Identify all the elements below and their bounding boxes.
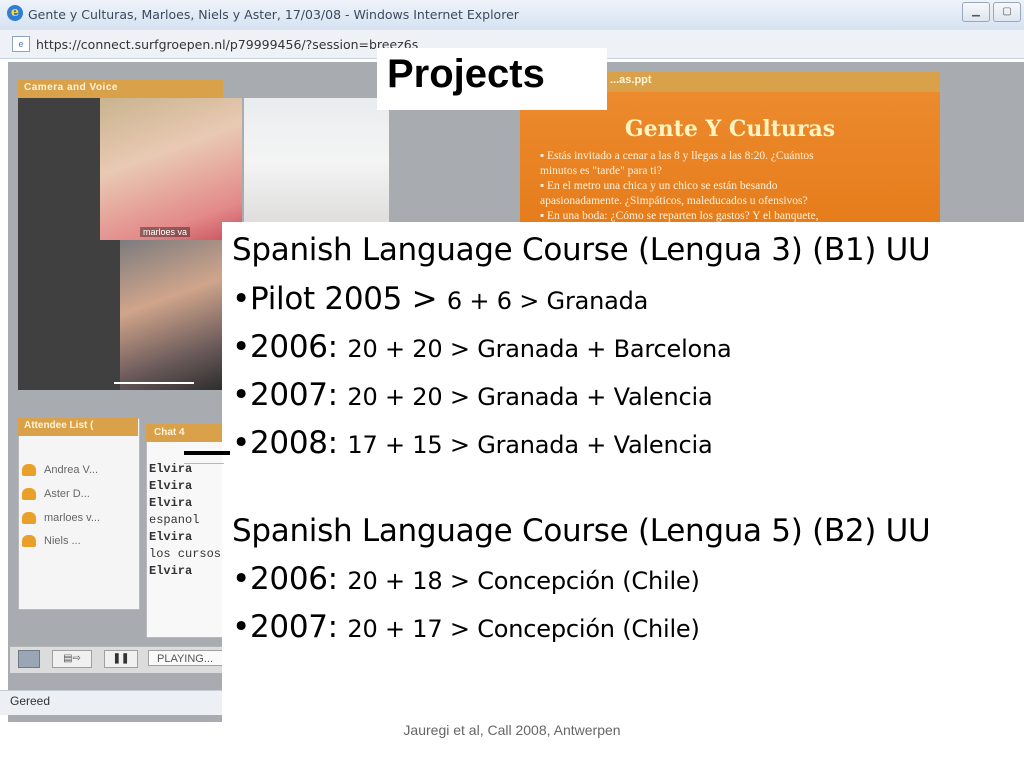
course-item: •2007: 20 + 20 > Granada + Valencia bbox=[232, 377, 713, 413]
item-detail: 20 + 20 > Granada + Valencia bbox=[347, 383, 713, 411]
presentation-bullet: ▪ Estás invitado a cenar a las 8 y llega… bbox=[540, 150, 814, 162]
attendee-item[interactable]: Niels ... bbox=[22, 535, 81, 548]
user-icon bbox=[22, 512, 36, 525]
chat-line: Elvira bbox=[149, 479, 193, 493]
connector-line bbox=[184, 451, 230, 455]
item-detail: 6 + 6 > Granada bbox=[446, 287, 649, 315]
item-detail: 20 + 20 > Granada + Barcelona bbox=[347, 335, 732, 363]
chat-title: Chat 4 bbox=[154, 427, 185, 438]
presentation-bullets: ▪ Estás invitado a cenar a las 8 y llega… bbox=[540, 150, 935, 225]
presentation-panel-title: ...as.ppt bbox=[610, 74, 652, 86]
course-item: •2006: 20 + 20 > Granada + Barcelona bbox=[232, 329, 732, 365]
item-lead: •Pilot 2005 > bbox=[232, 281, 447, 317]
attendee-name: Aster D... bbox=[44, 488, 90, 500]
presentation-heading: Gente Y Culturas bbox=[624, 116, 836, 142]
attendee-list-title: Attendee List ( bbox=[24, 420, 94, 431]
item-lead: •2008: bbox=[232, 425, 348, 461]
status-text: Gereed bbox=[10, 694, 51, 708]
item-lead: •2006: bbox=[232, 561, 348, 597]
attendee-item[interactable]: Andrea V... bbox=[22, 464, 99, 477]
minimize-pod-button[interactable] bbox=[18, 650, 40, 668]
course-item: •Pilot 2005 > 6 + 6 > Granada bbox=[232, 281, 648, 317]
item-lead: •2006: bbox=[232, 329, 348, 365]
item-detail: 20 + 17 > Concepción (Chile) bbox=[347, 615, 700, 643]
chat-line: espanol bbox=[149, 513, 200, 527]
item-detail: 20 + 18 > Concepción (Chile) bbox=[347, 567, 700, 595]
presentation-bullet: apasionadamente. ¿Simpáticos, maleducado… bbox=[540, 195, 808, 207]
user-icon bbox=[22, 535, 36, 548]
export-icon[interactable]: ▤⇨ bbox=[52, 650, 92, 668]
minimize-button[interactable]: ▁ bbox=[962, 2, 990, 22]
chat-line: Elvira bbox=[149, 530, 193, 544]
user-icon bbox=[22, 488, 36, 501]
course-item: •2008: 17 + 15 > Granada + Valencia bbox=[232, 425, 713, 461]
chat-line: Elvira bbox=[149, 462, 193, 476]
user-icon bbox=[22, 464, 36, 477]
maximize-button[interactable]: ▢ bbox=[993, 2, 1021, 22]
item-detail: 17 + 15 > Granada + Valencia bbox=[347, 431, 713, 459]
slide-title: Projects bbox=[387, 52, 545, 96]
chat-line: Elvira bbox=[149, 564, 193, 578]
video-feed-1 bbox=[100, 98, 242, 240]
video-name-label: marloes va bbox=[140, 227, 191, 237]
attendee-name: marloes v... bbox=[44, 512, 101, 524]
url-field[interactable]: https://connect.surfgroepen.nl/p79999456… bbox=[36, 37, 418, 52]
window-controls: ▁ ▢ bbox=[962, 2, 1022, 22]
attendee-item[interactable]: marloes v... bbox=[22, 512, 101, 525]
video-name-underline bbox=[114, 370, 194, 384]
slide-footer: Jauregi et al, Call 2008, Antwerpen bbox=[403, 722, 621, 738]
playback-status: PLAYING... bbox=[148, 650, 224, 666]
chat-line: Elvira bbox=[149, 496, 193, 510]
presentation-bullet: ▪ En el metro una chica y un chico se es… bbox=[540, 180, 778, 192]
video-feed-2 bbox=[244, 98, 389, 240]
attendee-name: Niels ... bbox=[44, 535, 81, 547]
page-icon: e bbox=[12, 36, 30, 52]
section-heading-lengua-3: Spanish Language Course (Lengua 3) (B1) … bbox=[232, 232, 931, 268]
pause-button[interactable]: ❚❚ bbox=[104, 650, 138, 668]
item-lead: •2007: bbox=[232, 609, 348, 645]
item-lead: •2007: bbox=[232, 377, 348, 413]
presentation-bullet: ▪ En una boda: ¿Cómo se reparten los gas… bbox=[540, 210, 819, 222]
attendee-item[interactable]: Aster D... bbox=[22, 488, 90, 501]
course-item: •2006: 20 + 18 > Concepción (Chile) bbox=[232, 561, 700, 597]
course-item: •2007: 20 + 17 > Concepción (Chile) bbox=[232, 609, 700, 645]
window-title: Gente y Culturas, Marloes, Niels y Aster… bbox=[28, 7, 519, 22]
internet-explorer-icon: e bbox=[7, 5, 23, 21]
section-heading-lengua-5: Spanish Language Course (Lengua 5) (B2) … bbox=[232, 513, 931, 549]
video-feed-3 bbox=[120, 240, 223, 390]
camera-panel-title: Camera and Voice bbox=[24, 82, 118, 93]
attendee-name: Andrea V... bbox=[44, 464, 99, 476]
connector-line-faint bbox=[184, 463, 224, 464]
presentation-bullet: minutos es "tarde" para ti? bbox=[540, 165, 662, 177]
chat-line: los cursos bbox=[149, 547, 222, 561]
